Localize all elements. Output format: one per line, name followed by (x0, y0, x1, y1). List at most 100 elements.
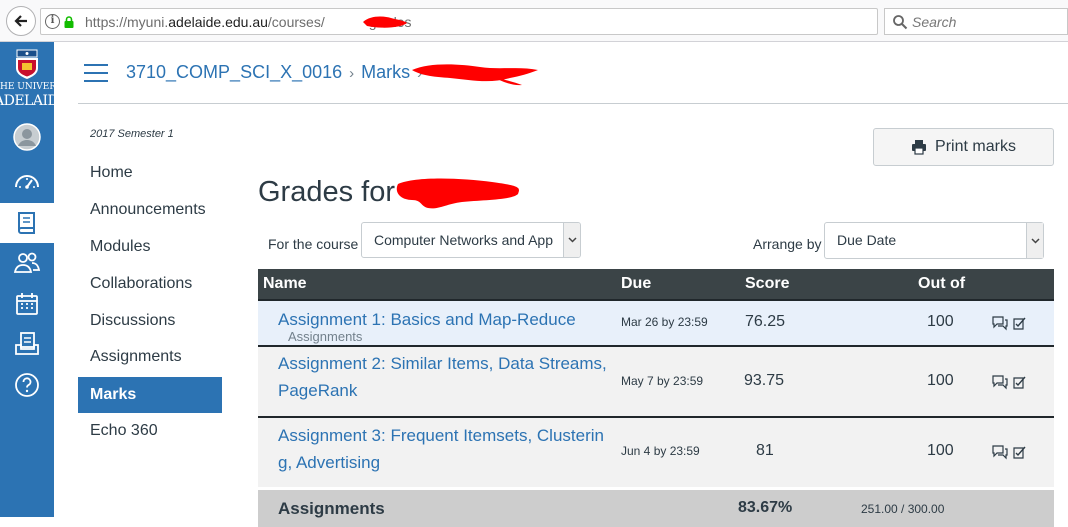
logo-line-2: ADELAIDE (0, 93, 54, 109)
crest-icon (16, 49, 38, 79)
course-nav-home[interactable]: Home (78, 155, 222, 191)
column-header-out-of[interactable]: Out of (918, 275, 965, 293)
inbox-icon (15, 332, 39, 355)
university-logo[interactable]: THE UNIVERSITY ADELAIDE (0, 42, 54, 114)
global-navigation: THE UNIVERSITY ADELAIDE (0, 42, 54, 517)
arrange-by-label: Arrange by (753, 236, 822, 252)
course-nav-discussions[interactable]: Discussions (78, 303, 222, 339)
column-header-score[interactable]: Score (745, 275, 789, 293)
comments-icon[interactable] (992, 444, 1008, 460)
assignment-name-wrap: PageRank (278, 381, 358, 400)
groups-icon (13, 252, 41, 273)
group-total-row: Assignments 83.67% 251.00 / 300.00 (258, 487, 1054, 527)
assignment-link[interactable]: Assignment 2: Similar Items, Data Stream… (278, 350, 607, 404)
course-select-dropdown[interactable] (563, 223, 580, 257)
redaction-scribble (363, 16, 407, 28)
global-nav-groups[interactable] (0, 243, 54, 283)
chevron-down-icon (567, 237, 577, 243)
assignment-group: Assignments (288, 329, 363, 344)
course-nav-modules[interactable]: Modules (78, 229, 222, 265)
due-date: Mar 26 by 23:59 (621, 315, 708, 329)
url-path: /courses/ (267, 14, 325, 30)
row-actions (992, 444, 1028, 460)
course-nav-collaborations[interactable]: Collaborations (78, 266, 222, 302)
due-date: May 7 by 23:59 (621, 374, 704, 388)
browser-search-field[interactable]: Search (884, 8, 1068, 35)
hamburger-icon-bar (84, 80, 108, 82)
rubric-icon[interactable] (1012, 374, 1028, 390)
printer-icon (912, 140, 927, 155)
chevron-down-icon (1030, 237, 1040, 244)
course-nav-marks[interactable]: Marks (78, 377, 222, 413)
global-nav-inbox[interactable] (0, 324, 54, 364)
course-select[interactable]: Computer Networks and App (361, 222, 581, 258)
logo-line-1: THE UNIVERSITY (0, 82, 54, 92)
table-row: Assignment 1: Basics and Map-Reduce Assi… (258, 299, 1054, 345)
global-nav-calendar[interactable] (0, 284, 54, 324)
assignment-name-wrap: g, Advertising (278, 453, 381, 472)
header-divider (78, 103, 1068, 104)
assignment-name: Assignment 3: Frequent Itemsets, Cluster… (278, 426, 604, 445)
rubric-icon[interactable] (1012, 315, 1028, 331)
search-icon (893, 15, 908, 30)
out-of: 100 (927, 313, 954, 330)
browser-toolbar: i https://myuni.adelaide.edu.au/courses/… (0, 0, 1068, 42)
column-header-due[interactable]: Due (621, 275, 651, 293)
print-marks-button[interactable]: Print marks (873, 128, 1054, 166)
score[interactable]: 93.75 (744, 372, 784, 390)
hamburger-icon-bar (84, 72, 108, 74)
comments-icon[interactable] (992, 374, 1008, 390)
address-bar[interactable]: i https://myuni.adelaide.edu.au/courses/… (40, 8, 907, 35)
account-icon (13, 123, 41, 151)
course-menu-toggle[interactable] (84, 64, 108, 82)
group-total-points: 251.00 / 300.00 (861, 502, 945, 516)
breadcrumb-course[interactable]: 3710_COMP_SCI_X_0016 (126, 62, 342, 82)
global-nav-account[interactable] (0, 117, 54, 157)
assignment-name: Assignment 2: Similar Items, Data Stream… (278, 354, 607, 373)
arrow-left-icon (14, 15, 27, 27)
table-header: Name Due Score Out of (258, 269, 1054, 299)
group-total-percent: 83.67% (738, 499, 793, 516)
arrange-by-select[interactable]: Due Date (824, 222, 1044, 259)
out-of: 100 (927, 372, 954, 389)
assignment-name: Assignment 1: Basics and Map-Reduce (278, 310, 576, 329)
calendar-icon (16, 293, 38, 315)
assignment-link[interactable]: Assignment 3: Frequent Itemsets, Cluster… (278, 422, 604, 476)
score[interactable]: 81 (756, 442, 774, 460)
dashboard-icon (15, 175, 39, 189)
course-select-value: Computer Networks and App (374, 232, 553, 248)
print-marks-label: Print marks (935, 138, 1016, 155)
row-actions (992, 374, 1028, 390)
grades-table: Name Due Score Out of Assignment 1: Basi… (258, 269, 1054, 527)
rubric-icon[interactable] (1012, 444, 1028, 460)
table-row: Assignment 2: Similar Items, Data Stream… (258, 345, 1054, 416)
global-nav-help[interactable] (0, 365, 54, 405)
redaction-scribble (412, 64, 538, 86)
back-button[interactable] (6, 6, 36, 36)
course-nav-assignments[interactable]: Assignments (78, 339, 222, 375)
url-prefix: https://myuni. (85, 14, 169, 30)
course-nav-announcements[interactable]: Announcements (78, 192, 222, 228)
out-of: 100 (927, 442, 954, 459)
due-date: Jun 4 by 23:59 (621, 444, 700, 458)
breadcrumb-marks[interactable]: Marks (361, 62, 410, 82)
page-title: Grades for (258, 176, 395, 208)
url-host: adelaide.edu.au (168, 14, 268, 30)
global-nav-dashboard[interactable] (0, 162, 54, 202)
lock-icon (64, 16, 74, 28)
courses-icon (18, 212, 35, 234)
column-header-name[interactable]: Name (263, 275, 307, 293)
score[interactable]: 76.25 (745, 313, 785, 331)
breadcrumb: 3710_COMP_SCI_X_0016 › Marks › (126, 62, 429, 83)
hamburger-icon (84, 64, 108, 66)
search-placeholder: Search (912, 14, 957, 30)
table-row: Assignment 3: Frequent Itemsets, Cluster… (258, 416, 1054, 487)
global-nav-courses[interactable] (0, 203, 54, 243)
help-icon (15, 373, 39, 397)
redaction-scribble (396, 178, 519, 209)
group-total-label: Assignments (278, 499, 385, 518)
info-icon[interactable]: i (45, 14, 60, 29)
arrange-by-dropdown[interactable] (1026, 223, 1043, 258)
comments-icon[interactable] (992, 315, 1008, 331)
course-nav-echo-360[interactable]: Echo 360 (78, 413, 222, 449)
